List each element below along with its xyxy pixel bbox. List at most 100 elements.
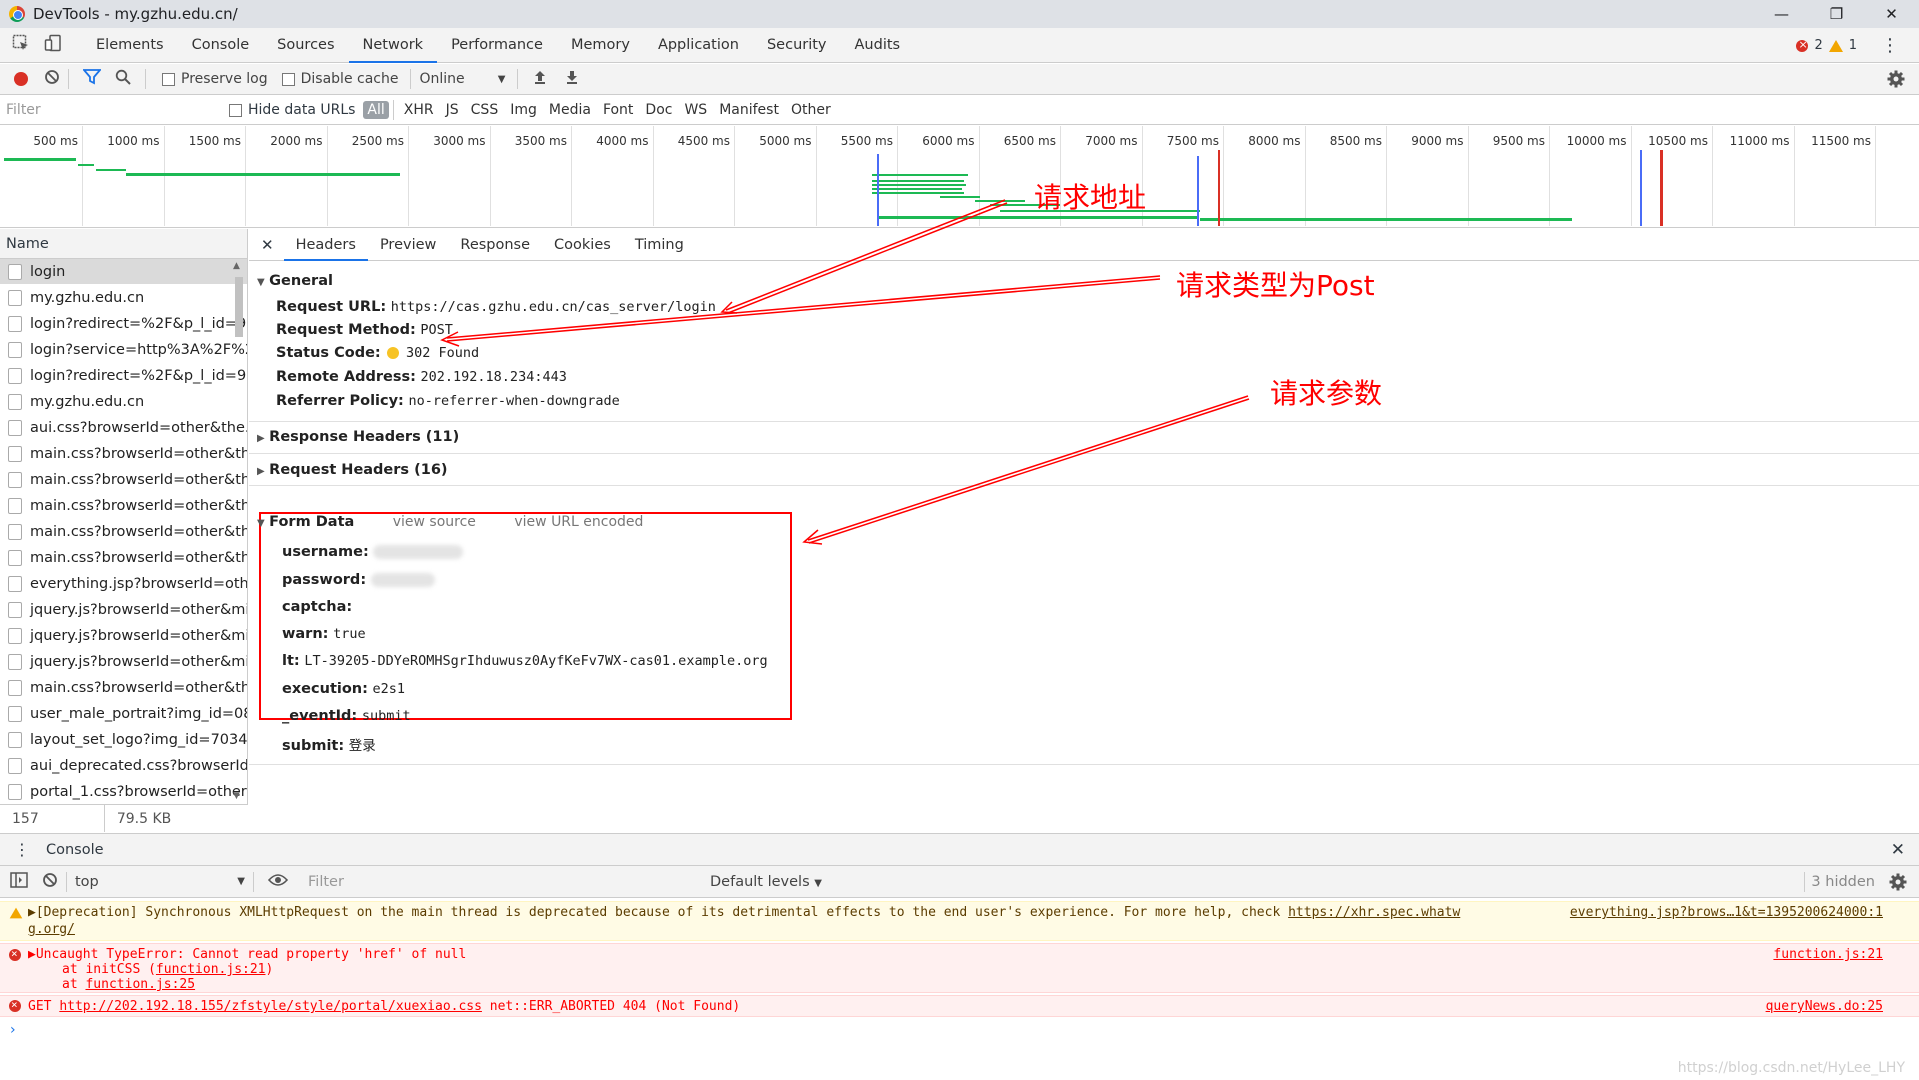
filter-type-css[interactable]: CSS — [465, 102, 505, 118]
filter-type-xhr[interactable]: XHR — [398, 102, 440, 118]
request-row[interactable]: main.css?browserId=other&th... — [0, 545, 247, 571]
close-detail-icon[interactable]: ✕ — [249, 236, 284, 254]
request-row[interactable]: everything.jsp?browserId=oth... — [0, 571, 247, 597]
filter-type-ws[interactable]: WS — [678, 102, 713, 118]
disable-cache-checkbox[interactable] — [281, 72, 295, 86]
tab-security[interactable]: Security — [753, 28, 841, 63]
clear-icon[interactable] — [44, 69, 60, 89]
throttling-select[interactable]: Online ▼ — [419, 71, 505, 87]
request-row[interactable]: main.css?browserId=other&th... — [0, 675, 247, 701]
close-drawer-icon[interactable]: ✕ — [1891, 834, 1905, 866]
import-har-icon[interactable] — [532, 69, 548, 89]
device-toolbar-icon[interactable] — [44, 34, 62, 56]
referrer-policy-value[interactable]: no-referrer-when-downgrade — [408, 393, 619, 409]
tab-preview[interactable]: Preview — [368, 229, 448, 261]
inspect-element-icon[interactable] — [12, 34, 30, 56]
request-list-scrollbar[interactable]: ▲ ▼ — [233, 261, 245, 801]
filter-type-font[interactable]: Font — [597, 102, 639, 118]
function-js-21-link[interactable]: function.js:21 — [156, 962, 266, 977]
record-icon[interactable] — [14, 72, 28, 86]
request-row[interactable]: my.gzhu.edu.cn — [0, 285, 247, 311]
request-row[interactable]: jquery.js?browserId=other&mi... — [0, 649, 247, 675]
request-row[interactable]: login?service=http%3A%2F%2... — [0, 337, 247, 363]
request-url-value[interactable]: https://cas.gzhu.edu.cn/cas_server/login — [391, 299, 716, 315]
xhr-spec-link[interactable]: https://xhr.spec.whatw — [1288, 905, 1460, 920]
hide-data-urls-checkbox[interactable] — [229, 103, 242, 117]
error-count[interactable]: 2 — [1814, 38, 1822, 53]
filter-type-img[interactable]: Img — [504, 102, 543, 118]
tab-timing[interactable]: Timing — [623, 229, 696, 261]
network-settings-gear-icon[interactable] — [1887, 70, 1905, 92]
close-window-button[interactable]: ✕ — [1864, 0, 1919, 28]
tab-application[interactable]: Application — [644, 28, 753, 63]
request-row[interactable]: user_male_portrait?img_id=08... — [0, 701, 247, 727]
network-filter-input[interactable]: Filter — [6, 99, 211, 121]
name-column-header[interactable]: Name — [0, 229, 247, 259]
request-row[interactable]: layout_set_logo?img_id=7034... — [0, 727, 247, 753]
general-section-header[interactable]: ▼ General — [257, 273, 333, 289]
tab-response[interactable]: Response — [448, 229, 542, 261]
export-har-icon[interactable] — [564, 69, 580, 89]
get-error-source-link[interactable]: queryNews.do:25 — [1766, 999, 1883, 1014]
log-levels-select[interactable]: Default levels ▼ — [710, 874, 822, 890]
tab-audits[interactable]: Audits — [841, 28, 915, 63]
minimize-button[interactable]: — — [1754, 0, 1809, 28]
request-row[interactable]: main.css?browserId=other&th... — [0, 519, 247, 545]
request-row[interactable]: main.css?browserId=other&th... — [0, 493, 247, 519]
request-row[interactable]: login?redirect=%2F&p_l_id=9... — [0, 311, 247, 337]
tab-network[interactable]: Network — [348, 28, 438, 63]
tab-console[interactable]: Console — [178, 28, 264, 63]
request-row[interactable]: main.css?browserId=other&th... — [0, 441, 247, 467]
live-expression-eye-icon[interactable] — [267, 873, 289, 891]
network-timeline-overview[interactable]: 500 ms 1000 ms 1500 ms 2000 ms 2500 ms 3000 m… — [0, 126, 1919, 228]
request-row[interactable]: aui.css?browserId=other&the... — [0, 415, 247, 441]
filter-type-other[interactable]: Other — [785, 102, 837, 118]
tab-performance[interactable]: Performance — [437, 28, 557, 63]
restore-button[interactable]: ❐ — [1809, 0, 1864, 28]
console-drawer-tab[interactable]: Console — [46, 834, 104, 866]
request-row[interactable]: login?redirect=%2F&p_l_id=9... — [0, 363, 247, 389]
response-headers-section-header[interactable]: ▶ Response Headers (11) — [257, 429, 459, 445]
warning-count[interactable]: 1 — [1849, 38, 1857, 53]
request-row[interactable]: main.css?browserId=other&th... — [0, 467, 247, 493]
request-row[interactable]: jquery.js?browserId=other&mi... — [0, 623, 247, 649]
console-filter-input[interactable]: Filter — [308, 874, 698, 890]
tab-elements[interactable]: Elements — [82, 28, 178, 63]
filter-type-media[interactable]: Media — [543, 102, 597, 118]
request-headers-section-header[interactable]: ▶ Request Headers (16) — [257, 462, 448, 478]
remote-address-value[interactable]: 202.192.18.234:443 — [421, 369, 567, 385]
request-row[interactable]: my.gzhu.edu.cn — [0, 389, 247, 415]
more-menu-icon[interactable]: ⋮ — [1881, 35, 1899, 56]
deprecation-source-link[interactable]: everything.jsp?brows…1&t=1395200624000:1 — [1570, 905, 1883, 920]
form-data-section-header[interactable]: ▼ Form Data view source view URL encoded — [257, 514, 643, 530]
console-prompt[interactable]: › — [10, 1022, 16, 1038]
tab-cookies[interactable]: Cookies — [542, 229, 623, 261]
filter-type-manifest[interactable]: Manifest — [713, 102, 785, 118]
status-code-value[interactable]: 302 Found — [406, 345, 479, 361]
request-method-value[interactable]: POST — [420, 322, 453, 338]
view-source-link[interactable]: view source — [393, 514, 476, 530]
preserve-log-checkbox[interactable] — [162, 72, 175, 86]
filter-type-js[interactable]: JS — [440, 102, 465, 118]
console-sidebar-icon[interactable] — [10, 871, 28, 892]
filter-type-all[interactable]: All — [363, 101, 389, 119]
xuexiao-css-link[interactable]: http://202.192.18.155/zfstyle/style/port… — [59, 999, 482, 1014]
search-icon[interactable] — [115, 69, 131, 89]
tab-headers[interactable]: Headers — [283, 229, 368, 261]
filter-type-doc[interactable]: Doc — [639, 102, 678, 118]
filter-icon[interactable] — [82, 69, 102, 89]
tab-memory[interactable]: Memory — [557, 28, 644, 63]
request-row[interactable]: aui_deprecated.css?browserId... — [0, 753, 247, 779]
tab-sources[interactable]: Sources — [263, 28, 348, 63]
clear-console-icon[interactable] — [42, 872, 58, 892]
request-row[interactable]: jquery.js?browserId=other&mi... — [0, 597, 247, 623]
console-settings-gear-icon[interactable] — [1889, 873, 1907, 895]
request-row[interactable]: login — [0, 259, 247, 285]
context-select[interactable]: top ▼ — [75, 874, 245, 890]
request-row[interactable]: portal_1.css?browserId=other... — [0, 779, 247, 805]
xhr-spec-link-continued[interactable]: g.org/ — [28, 922, 75, 937]
type-error-source-link[interactable]: function.js:21 — [1773, 947, 1883, 962]
function-js-25-link[interactable]: function.js:25 — [85, 977, 195, 992]
drawer-menu-icon[interactable]: ⋮ — [14, 834, 30, 866]
view-url-encoded-link[interactable]: view URL encoded — [514, 514, 643, 530]
